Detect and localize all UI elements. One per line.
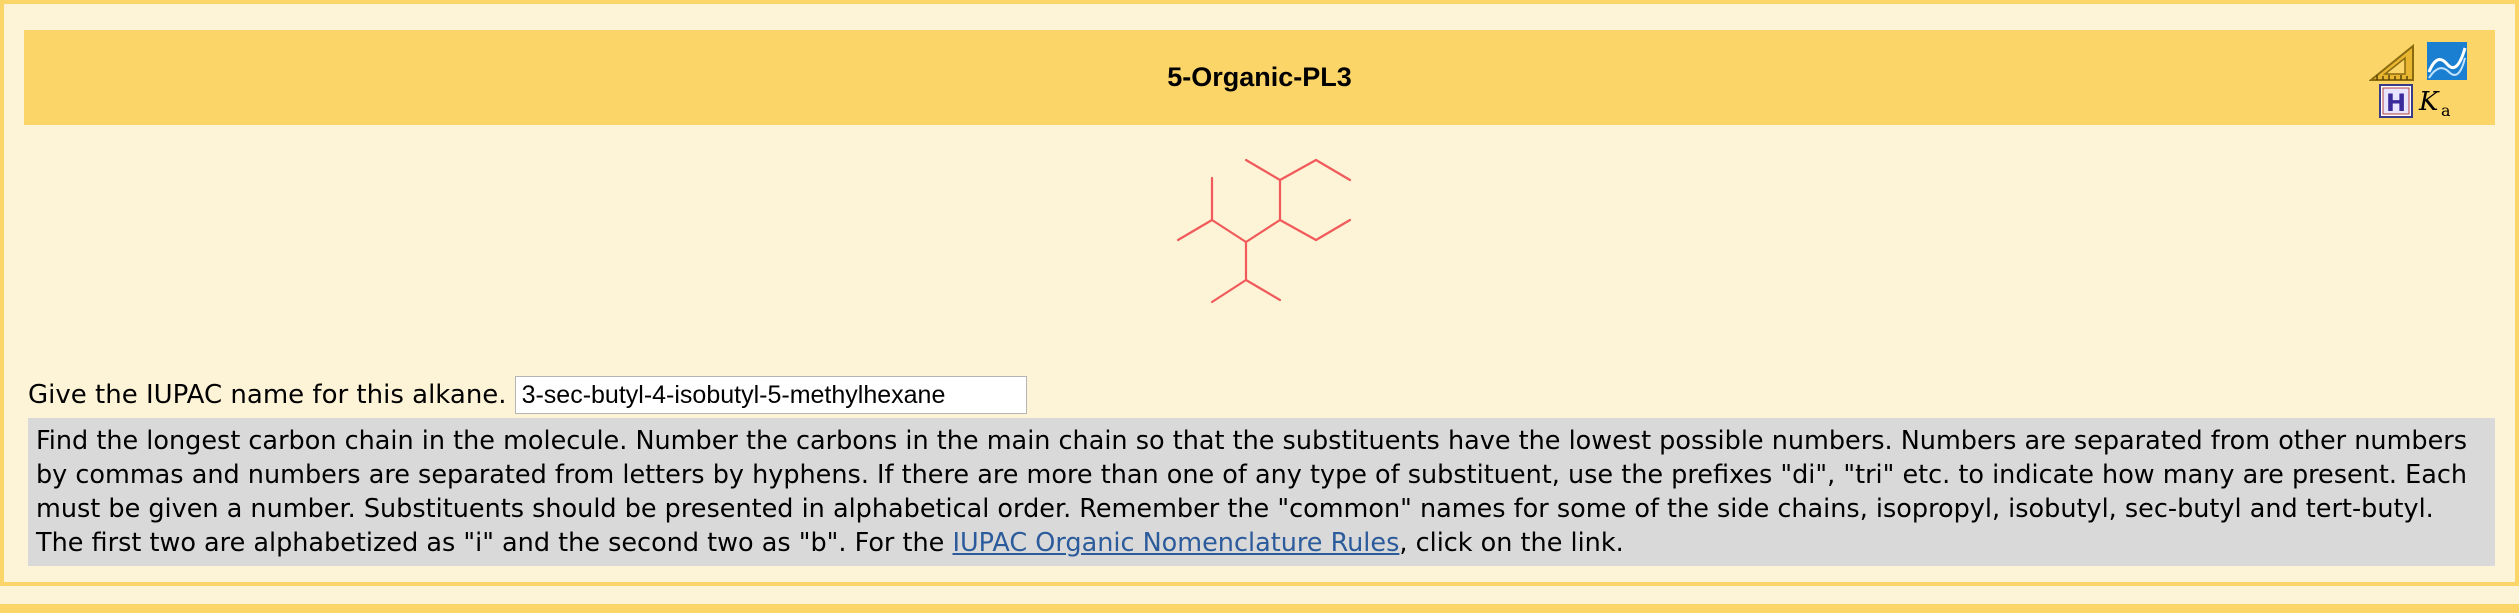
svg-text:H: H — [2386, 89, 2406, 117]
ka-label: K — [2418, 87, 2440, 117]
answer-input[interactable] — [514, 376, 1027, 414]
question-panel: 5-Organic-PL3 H K a Give the IUPAC name … — [0, 0, 2519, 586]
hydrogen-icon[interactable]: H — [2379, 84, 2413, 118]
tool-icons: H K a — [2367, 42, 2467, 120]
question-prompt: Give the IUPAC name for this alkane. — [28, 380, 507, 410]
hint-box: Find the longest carbon chain in the mol… — [28, 418, 2495, 566]
hint-text-end: , click on the link. — [1399, 528, 1624, 558]
page-title: 5-Organic-PL3 — [1167, 62, 1352, 92]
header-bar: 5-Organic-PL3 H K a — [24, 30, 2495, 125]
ka-subscript: a — [2441, 101, 2451, 118]
next-panel-edge — [0, 604, 2519, 613]
question-row: Give the IUPAC name for this alkane. — [28, 374, 1027, 416]
molecule-structure — [1176, 158, 1352, 304]
iupac-rules-link[interactable]: IUPAC Organic Nomenclature Rules — [952, 528, 1399, 558]
ruler-icon[interactable] — [2369, 44, 2417, 82]
ka-icon[interactable]: K a — [2417, 84, 2465, 118]
spectrum-icon[interactable] — [2427, 42, 2467, 80]
